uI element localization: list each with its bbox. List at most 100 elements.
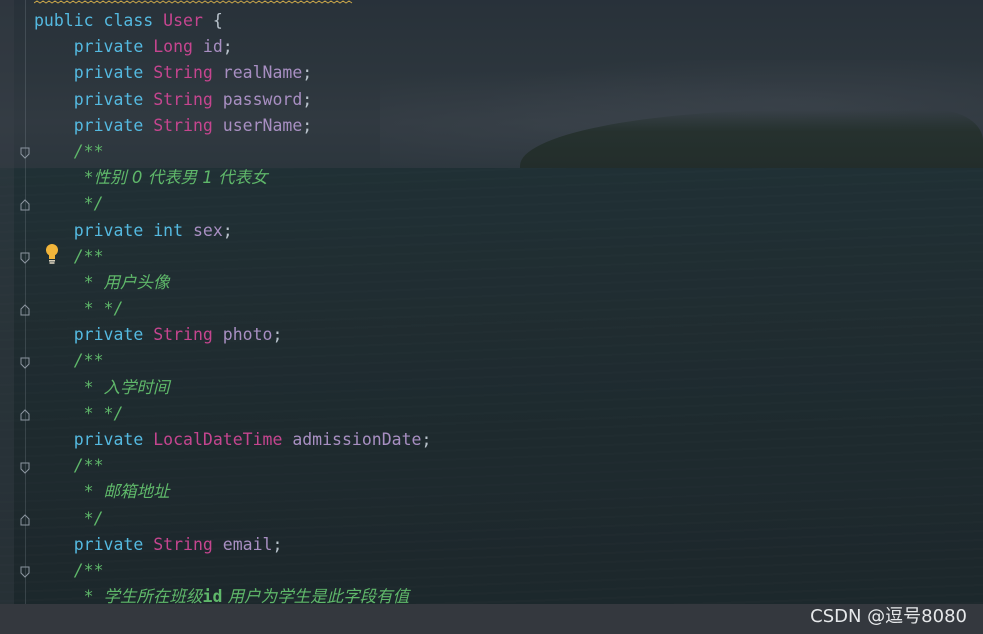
code-token: admissionDate bbox=[292, 430, 422, 449]
code-token: */ bbox=[83, 194, 104, 214]
code-token: ; bbox=[272, 325, 283, 345]
fold-marker-icon[interactable] bbox=[19, 147, 31, 159]
code-token: private bbox=[73, 534, 144, 554]
code-token: * bbox=[83, 482, 104, 502]
code-line[interactable]: /** bbox=[34, 558, 431, 584]
code-line[interactable]: * 邮箱地址 bbox=[34, 479, 431, 505]
code-line[interactable]: public class User { bbox=[34, 8, 431, 34]
code-token: /** bbox=[73, 246, 104, 266]
code-token: String bbox=[153, 115, 213, 135]
code-token: String bbox=[153, 89, 213, 109]
code-token: String bbox=[153, 534, 213, 554]
fold-marker-icon[interactable] bbox=[19, 304, 31, 316]
code-token: LocalDateTime bbox=[153, 430, 283, 449]
fold-marker-icon[interactable] bbox=[19, 409, 31, 421]
code-token: ; bbox=[272, 534, 283, 554]
code-line[interactable]: private String userName; bbox=[34, 113, 431, 139]
warning-squiggle bbox=[34, 0, 353, 4]
code-token: private bbox=[73, 89, 144, 109]
code-editor[interactable]: public class User { private Long id; pri… bbox=[0, 0, 983, 634]
fold-marker-icon[interactable] bbox=[19, 357, 31, 369]
code-line[interactable]: private int sex; bbox=[34, 218, 431, 244]
code-line[interactable]: private String photo; bbox=[34, 322, 431, 348]
code-line[interactable]: private Long id; bbox=[34, 34, 431, 60]
code-token: ; bbox=[302, 63, 313, 83]
fold-marker-icon[interactable] bbox=[19, 514, 31, 526]
code-token: /** bbox=[73, 141, 104, 161]
code-token: User bbox=[163, 11, 203, 30]
code-line[interactable]: /** bbox=[34, 244, 431, 270]
code-token: class bbox=[103, 11, 154, 30]
code-token: email bbox=[222, 534, 273, 554]
fold-marker-icon[interactable] bbox=[19, 252, 31, 264]
code-token: 邮箱地址 bbox=[103, 482, 170, 502]
code-line[interactable]: /** bbox=[34, 348, 431, 374]
code-token: { bbox=[202, 11, 223, 30]
fold-marker-icon[interactable] bbox=[19, 199, 31, 211]
code-line[interactable]: * */ bbox=[34, 401, 431, 427]
code-token: 性别 0 代表男 1 代表女 bbox=[93, 168, 268, 188]
code-line[interactable]: private LocalDateTime admissionDate; bbox=[34, 427, 432, 453]
code-token: sex bbox=[192, 220, 223, 240]
code-token: Long bbox=[153, 37, 193, 57]
code-token: * */ bbox=[83, 299, 124, 319]
code-token: 用户头像 bbox=[103, 272, 170, 292]
code-line[interactable]: * */ bbox=[34, 296, 431, 322]
code-token: public bbox=[34, 11, 94, 30]
code-line[interactable]: * 用户头像 bbox=[34, 270, 431, 296]
code-line[interactable]: /** bbox=[34, 453, 431, 479]
fold-marker-icon[interactable] bbox=[19, 566, 31, 578]
code-line[interactable]: private String realName; bbox=[34, 60, 431, 86]
code-line[interactable]: *性别 0 代表男 1 代表女 bbox=[34, 165, 431, 191]
csdn-watermark: CSDN @逗号8080 bbox=[810, 606, 967, 627]
code-line[interactable]: */ bbox=[34, 191, 431, 217]
code-line[interactable]: private String password; bbox=[34, 87, 431, 113]
code-token: private bbox=[73, 37, 144, 57]
code-token: id bbox=[202, 37, 223, 57]
code-token: private bbox=[73, 430, 144, 449]
code-token: photo bbox=[222, 325, 273, 345]
code-token: int bbox=[153, 220, 184, 240]
code-token: password bbox=[222, 89, 303, 109]
code-line[interactable]: * 入学时间 bbox=[34, 375, 431, 401]
code-token: * bbox=[83, 377, 104, 397]
code-token: ; bbox=[222, 37, 233, 57]
fold-marker-icon[interactable] bbox=[19, 462, 31, 474]
code-token: ; bbox=[302, 115, 313, 135]
code-token: userName bbox=[222, 115, 303, 135]
code-content[interactable]: public class User { private Long id; pri… bbox=[34, 8, 431, 610]
code-token: /** bbox=[73, 560, 104, 580]
code-token: /** bbox=[73, 456, 104, 476]
code-token: private bbox=[73, 115, 144, 135]
code-line[interactable]: /** bbox=[34, 139, 431, 165]
code-line[interactable]: private String email; bbox=[34, 532, 431, 558]
editor-gutter[interactable] bbox=[0, 0, 30, 604]
code-line[interactable]: */ bbox=[34, 506, 431, 532]
